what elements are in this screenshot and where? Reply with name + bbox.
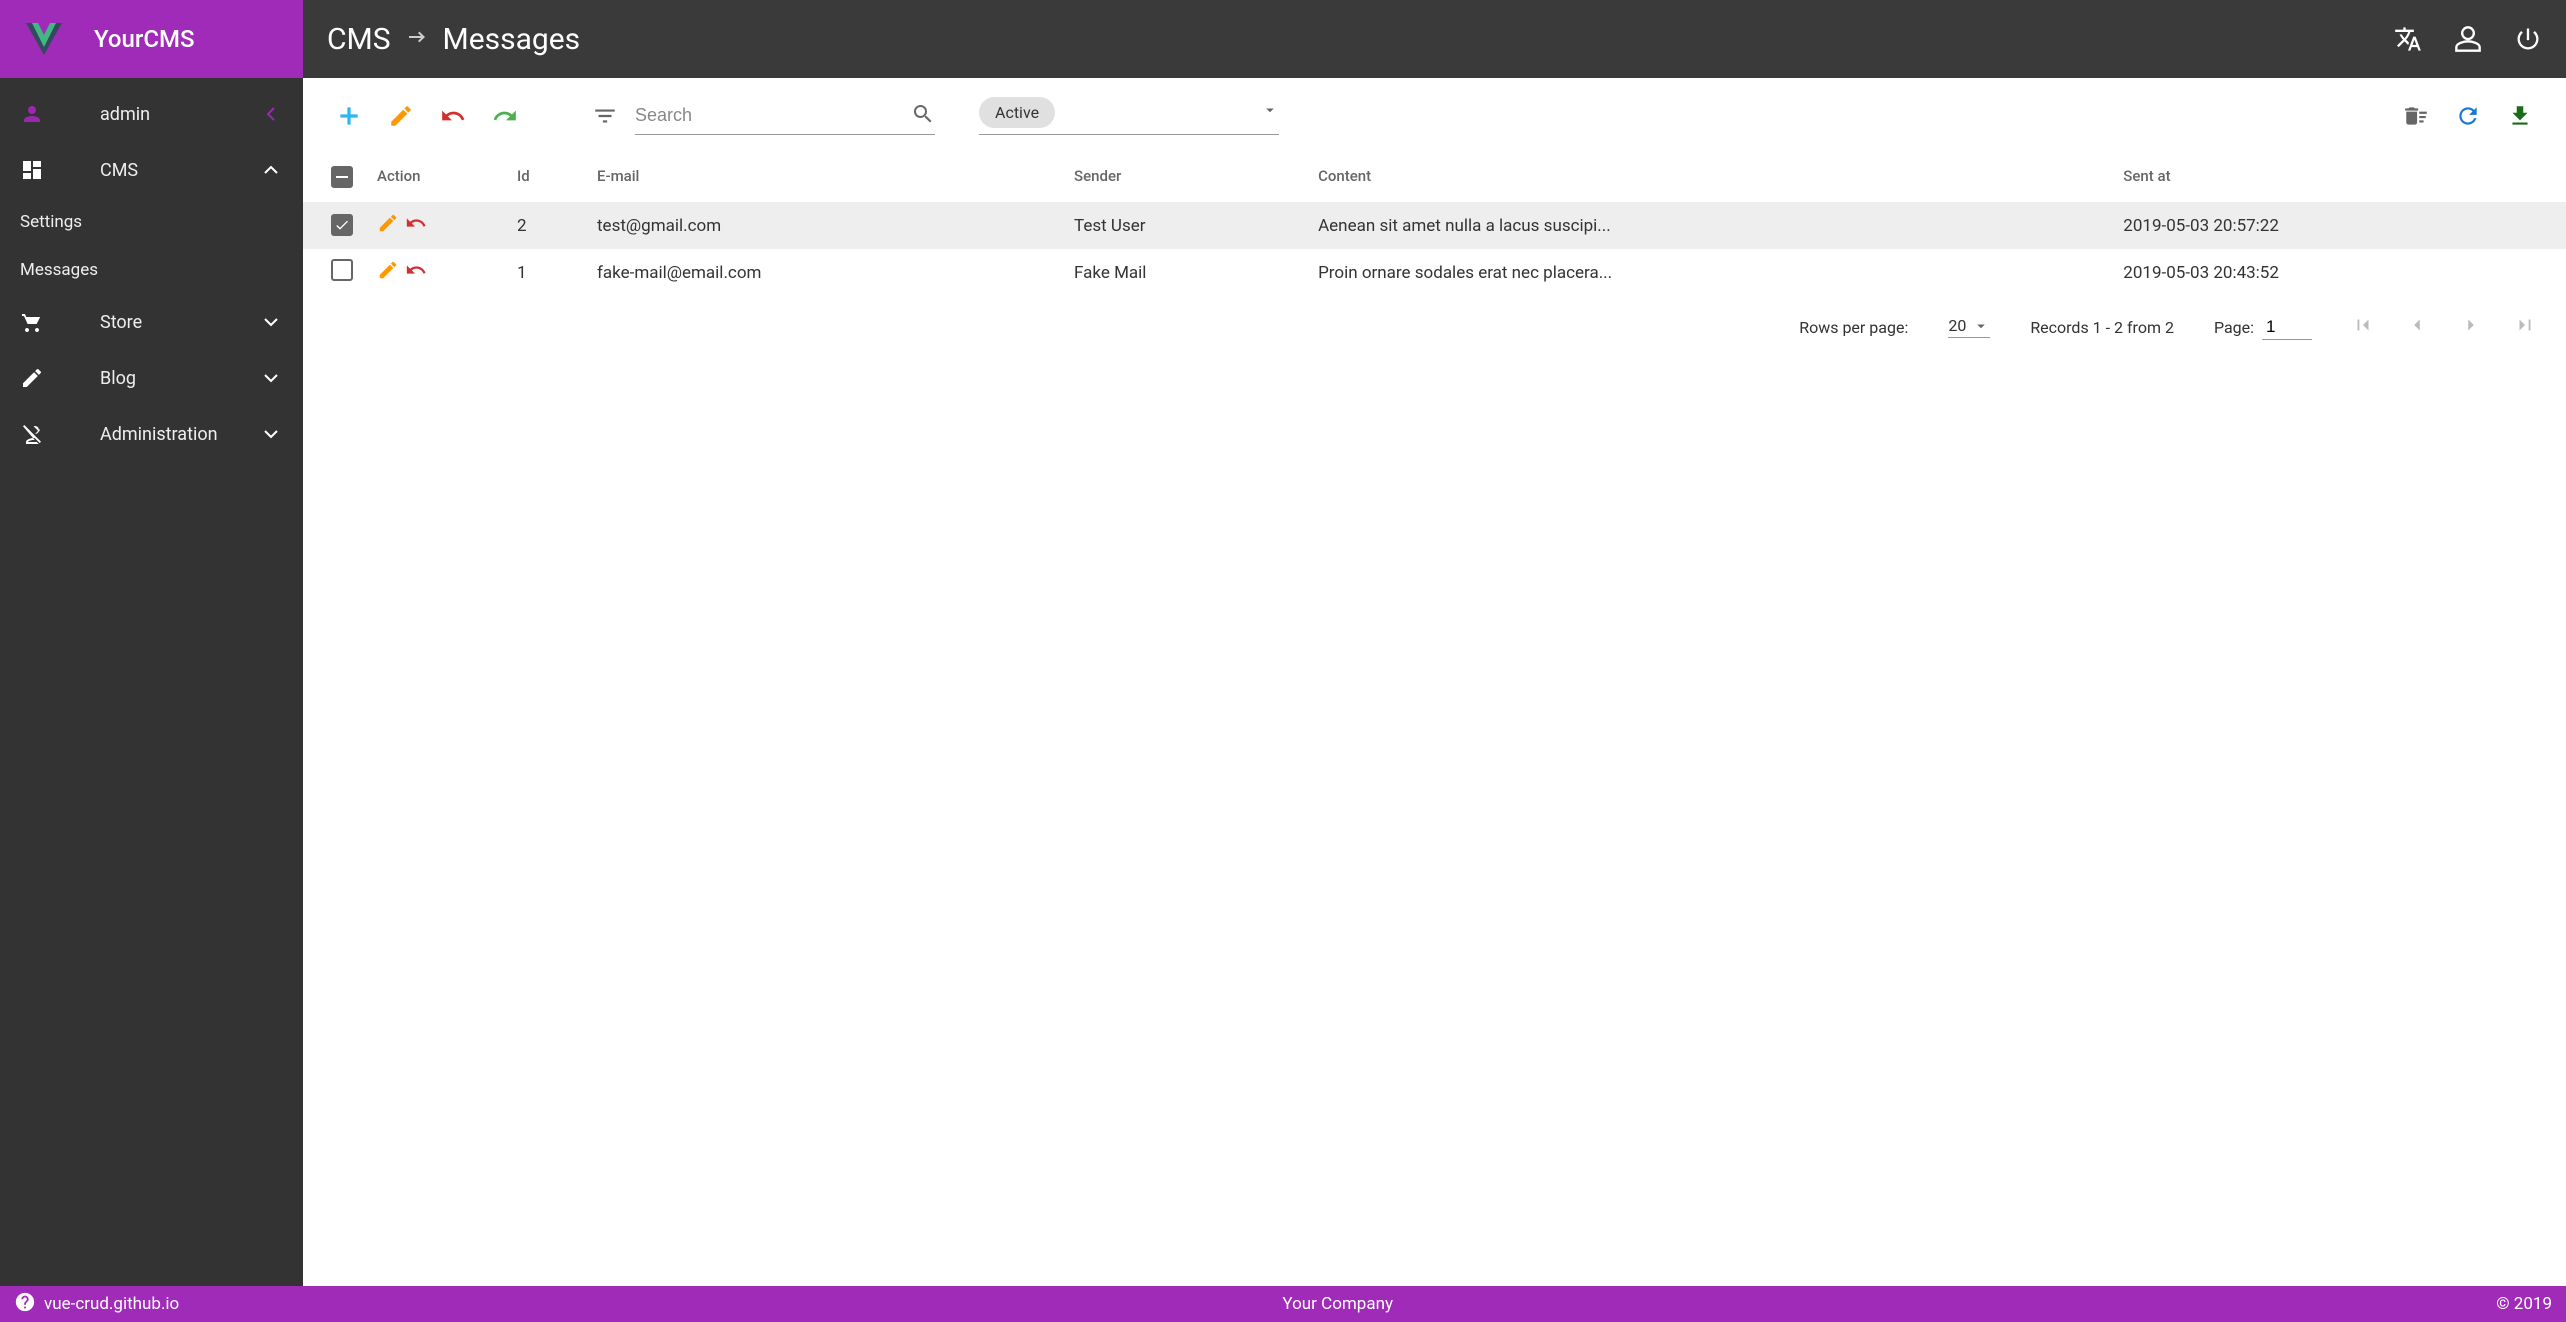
add-button[interactable] xyxy=(327,94,371,138)
filter-button[interactable] xyxy=(583,94,627,138)
sidebar-sub-messages[interactable]: Messages xyxy=(0,246,303,294)
sidebar-item-blog[interactable]: Blog xyxy=(0,350,303,406)
th-action: Action xyxy=(365,150,505,202)
sidebar-item-store[interactable]: Store xyxy=(0,294,303,350)
edit-button[interactable] xyxy=(379,94,423,138)
person-icon[interactable] xyxy=(2454,25,2482,53)
chevron-down-icon xyxy=(259,366,283,390)
cart-icon xyxy=(20,310,44,334)
logo-icon xyxy=(20,19,68,59)
th-sender[interactable]: Sender xyxy=(1062,150,1306,202)
table-row[interactable]: 1fake-mail@email.comFake MailProin ornar… xyxy=(303,249,2566,296)
person-add-disabled-icon xyxy=(20,422,44,446)
topbar: YourCMS CMS Messages xyxy=(0,0,2566,78)
chevron-down-icon xyxy=(259,310,283,334)
sidebar-user[interactable]: admin xyxy=(0,86,303,142)
cell-sender: Fake Mail xyxy=(1062,249,1306,296)
page-label: Page: xyxy=(2214,318,2254,337)
footer: vue-crud.github.io Your Company © 2019 xyxy=(0,1286,2566,1322)
pagination-nav xyxy=(2352,314,2536,340)
toolbar: Active xyxy=(303,94,2566,150)
footer-company: Your Company xyxy=(179,1294,2496,1314)
th-content[interactable]: Content xyxy=(1306,150,2111,202)
row-checkbox[interactable] xyxy=(331,259,353,281)
sidebar-item-administration[interactable]: Administration xyxy=(0,406,303,462)
help-icon[interactable] xyxy=(14,1291,44,1318)
main-content: Active xyxy=(303,78,2566,1286)
sidebar-sub-settings[interactable]: Settings xyxy=(0,198,303,246)
sidebar-item-label: Blog xyxy=(100,368,259,389)
select-all-checkbox[interactable] xyxy=(331,166,353,188)
breadcrumb-page: Messages xyxy=(443,22,581,57)
person-icon xyxy=(20,102,44,126)
row-edit-button[interactable] xyxy=(377,212,399,239)
th-email[interactable]: E-mail xyxy=(585,150,1062,202)
translate-icon[interactable] xyxy=(2394,25,2422,53)
sidebar-item-cms[interactable]: CMS xyxy=(0,142,303,198)
rows-per-page-label: Rows per page: xyxy=(1799,318,1908,337)
cell-id: 2 xyxy=(505,202,585,249)
cell-id: 1 xyxy=(505,249,585,296)
cell-sender: Test User xyxy=(1062,202,1306,249)
chevron-down-icon xyxy=(259,422,283,446)
footer-link[interactable]: vue-crud.github.io xyxy=(44,1294,179,1314)
sidebar-item-label: Store xyxy=(100,312,259,333)
th-sent-at[interactable]: Sent at xyxy=(2111,150,2566,202)
row-edit-button[interactable] xyxy=(377,259,399,286)
cell-sent_at: 2019-05-03 20:43:52 xyxy=(2111,249,2566,296)
cell-email: test@gmail.com xyxy=(585,202,1062,249)
first-page-button[interactable] xyxy=(2352,314,2374,340)
prev-page-button[interactable] xyxy=(2406,314,2428,340)
sidebar-item-label: Administration xyxy=(100,424,259,445)
topbar-main: CMS Messages xyxy=(303,0,2566,78)
cell-email: fake-mail@email.com xyxy=(585,249,1062,296)
refresh-button[interactable] xyxy=(2446,94,2490,138)
brand-area[interactable]: YourCMS xyxy=(0,0,303,78)
breadcrumb: CMS Messages xyxy=(327,22,580,57)
page-input-wrap: Page: xyxy=(2214,315,2312,340)
chevron-up-icon xyxy=(259,158,283,182)
row-checkbox[interactable] xyxy=(331,214,353,236)
status-chip[interactable]: Active xyxy=(979,97,1055,128)
sidebar-item-label: CMS xyxy=(100,160,259,181)
topbar-actions xyxy=(2394,25,2542,53)
table-row[interactable]: 2test@gmail.comTest UserAenean sit amet … xyxy=(303,202,2566,249)
pagination: Rows per page: 20 Records 1 - 2 from 2 P… xyxy=(303,296,2566,358)
row-undo-button[interactable] xyxy=(405,212,427,239)
redo-button[interactable] xyxy=(483,94,527,138)
last-page-button[interactable] xyxy=(2514,314,2536,340)
cell-content: Aenean sit amet nulla a lacus suscipi... xyxy=(1306,202,2111,249)
page-input[interactable] xyxy=(2262,315,2312,340)
edit-icon xyxy=(20,366,44,390)
footer-copyright: © 2019 xyxy=(2496,1294,2552,1314)
dropdown-icon xyxy=(1972,317,1990,335)
sidebar: admin CMS Settings Messages xyxy=(0,78,303,1286)
cell-sent_at: 2019-05-03 20:57:22 xyxy=(2111,202,2566,249)
row-undo-button[interactable] xyxy=(405,259,427,286)
records-text: Records 1 - 2 from 2 xyxy=(2030,318,2174,337)
delete-sweep-button[interactable] xyxy=(2394,94,2438,138)
status-filter[interactable]: Active xyxy=(979,97,1279,135)
search-field[interactable] xyxy=(635,97,935,135)
chevron-left-icon xyxy=(259,102,283,126)
rpp-value: 20 xyxy=(1948,316,1966,335)
messages-table: Action Id E-mail Sender Content Sent at … xyxy=(303,150,2566,296)
search-icon xyxy=(911,102,935,130)
th-id[interactable]: Id xyxy=(505,150,585,202)
next-page-button[interactable] xyxy=(2460,314,2482,340)
cell-content: Proin ornare sodales erat nec placera... xyxy=(1306,249,2111,296)
rows-per-page-select[interactable]: 20 xyxy=(1948,316,1990,338)
sidebar-user-label: admin xyxy=(100,104,259,125)
search-input[interactable] xyxy=(635,97,911,134)
download-button[interactable] xyxy=(2498,94,2542,138)
breadcrumb-root: CMS xyxy=(327,22,391,57)
dashboard-icon xyxy=(20,158,44,182)
arrow-right-icon xyxy=(405,22,429,57)
undo-button[interactable] xyxy=(431,94,475,138)
brand-text: YourCMS xyxy=(94,25,195,53)
power-icon[interactable] xyxy=(2514,25,2542,53)
